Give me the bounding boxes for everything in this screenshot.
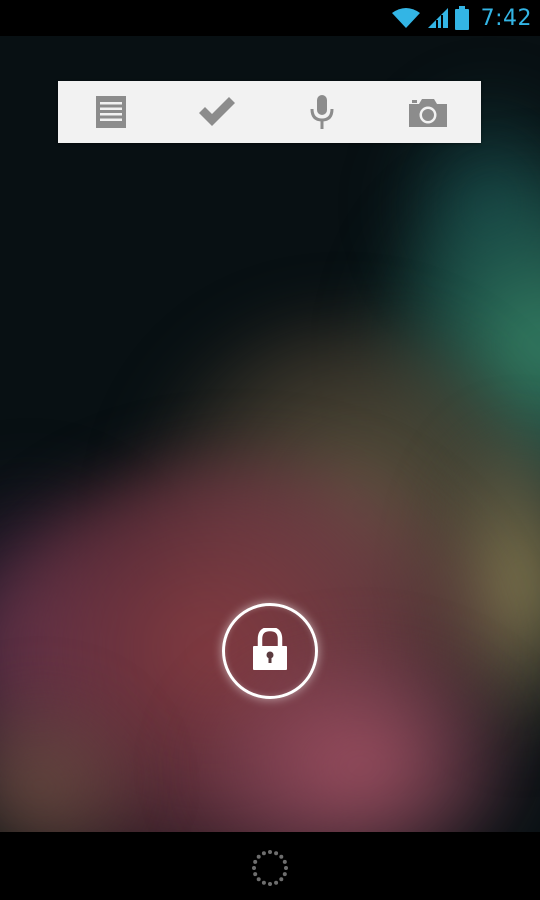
loading-indicator-icon — [250, 848, 290, 888]
navigation-bar — [0, 832, 540, 900]
document-icon — [95, 96, 126, 128]
battery-icon — [454, 6, 469, 30]
clock: 7:42 — [480, 5, 532, 31]
lock-screen: 7:42 — [0, 0, 540, 900]
notes-button[interactable] — [71, 81, 151, 143]
camera-icon — [409, 97, 448, 127]
wifi-icon — [391, 7, 421, 29]
checkmark-icon — [197, 97, 237, 127]
voice-button[interactable] — [282, 81, 362, 143]
camera-button[interactable] — [388, 81, 468, 143]
status-icons: 7:42 — [391, 0, 532, 36]
tasks-button[interactable] — [177, 81, 257, 143]
microphone-icon — [309, 95, 335, 129]
unlock-handle[interactable] — [222, 603, 318, 699]
status-bar: 7:42 — [0, 0, 540, 36]
quick-action-panel — [58, 81, 481, 143]
padlock-icon — [253, 626, 287, 674]
wallpaper — [0, 36, 540, 832]
signal-icon — [427, 7, 449, 29]
